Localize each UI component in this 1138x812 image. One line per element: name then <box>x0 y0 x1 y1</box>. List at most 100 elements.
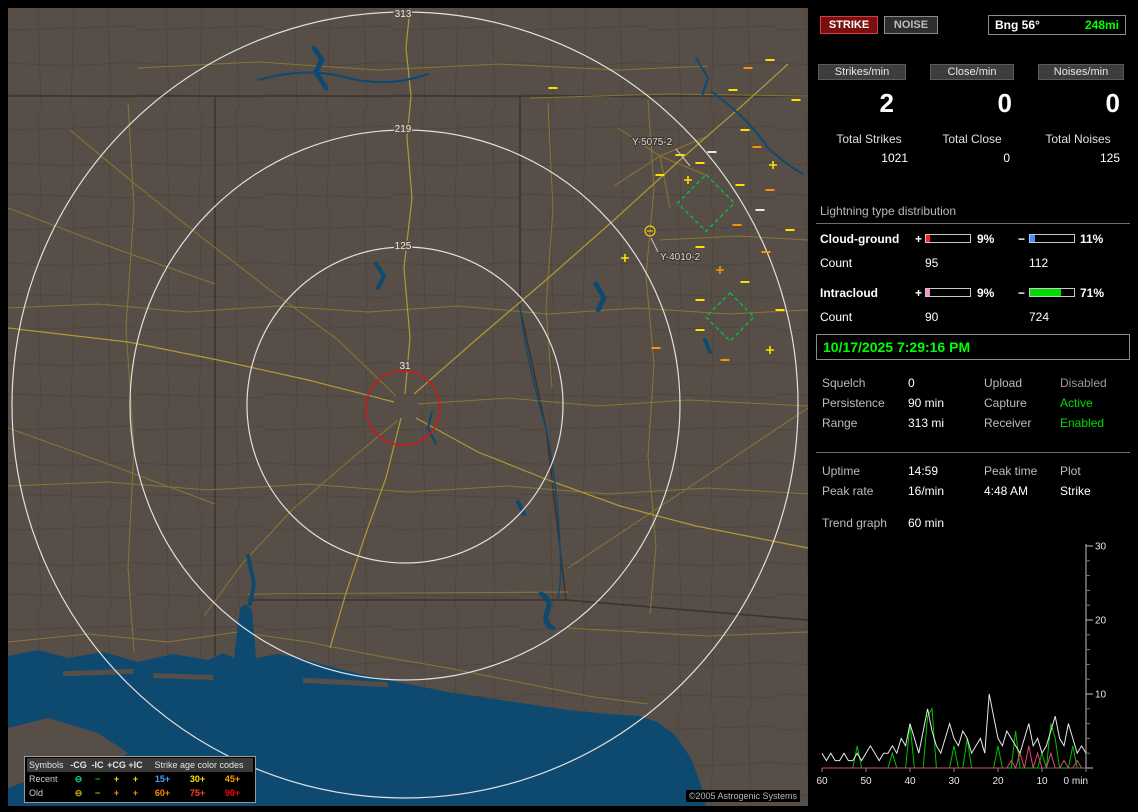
peak-time-label: Peak time <box>984 464 1037 478</box>
capture-label: Capture <box>984 396 1027 410</box>
cg-positive-count: 95 <box>925 256 938 270</box>
legend-recent-label: Recent <box>27 774 69 784</box>
legend-age-header: Strike age color codes <box>145 760 253 770</box>
old-pos-cg-icon: + <box>107 788 126 798</box>
peak-rate-value: 16/min <box>908 484 944 498</box>
bearing-distance: 248mi <box>1085 18 1119 32</box>
svg-text:50: 50 <box>860 776 872 787</box>
total-strikes-label: Total Strikes <box>816 132 922 146</box>
age-30: 30+ <box>180 774 215 784</box>
ring-label-125: 125 <box>395 241 412 252</box>
age-45: 45+ <box>215 774 250 784</box>
cg-negative-pct: 11% <box>1080 232 1103 246</box>
total-close: Total Close 0 <box>928 132 1016 165</box>
map-legend: Symbols -CG -IC +CG +IC Strike age color… <box>24 756 256 803</box>
cloud-ground-label: Cloud-ground <box>820 232 899 246</box>
ic-minus-sign: − <box>1018 286 1025 300</box>
svg-text:60: 60 <box>816 776 828 787</box>
bearing-readout: Bng 56° 248mi <box>988 15 1126 35</box>
strikes-per-min-button[interactable]: Strikes/min <box>818 64 906 80</box>
noises-per-min-button[interactable]: Noises/min <box>1038 64 1124 80</box>
cg-plus-sign: + <box>915 232 922 246</box>
storm-cell-label-1: Y-5075-2 <box>632 137 673 148</box>
ring-label-31: 31 <box>399 361 411 372</box>
range-value: 313 mi <box>908 416 944 430</box>
trend-chart: 3020106050403020100 min <box>816 538 1130 804</box>
total-noises-label: Total Noises <box>1030 132 1126 146</box>
total-strikes-value: 1021 <box>816 151 922 165</box>
noises-per-min-value: 0 <box>1038 88 1120 119</box>
trend-graph-window: 60 min <box>908 516 944 530</box>
ic-positive-pct: 9% <box>977 286 994 300</box>
cg-negative-count: 112 <box>1029 256 1048 270</box>
strike-button[interactable]: STRIKE <box>820 16 878 34</box>
ic-plus-sign: + <box>915 286 922 300</box>
legend-old-row: Old ⊖ − + + 60+ 75+ 90+ <box>27 786 253 800</box>
age-15: 15+ <box>145 774 180 784</box>
map-canvas: 313 219 125 31 Y-5075-2 Y-4010-2 <box>8 8 808 806</box>
svg-text:0 min: 0 min <box>1064 776 1088 787</box>
legend-col-neg-ic: -IC <box>88 760 107 770</box>
cg-negative-bar <box>1029 234 1075 243</box>
svg-text:40: 40 <box>904 776 916 787</box>
range-label: Range <box>822 416 857 430</box>
svg-text:10: 10 <box>1095 690 1107 701</box>
trend-graph-label: Trend graph <box>822 516 887 530</box>
ic-negative-pct: 71% <box>1080 286 1104 300</box>
trend-ticks <box>822 546 1093 772</box>
persistence-label: Persistence <box>822 396 885 410</box>
datetime-display: 10/17/2025 7:29:16 PM <box>816 334 1130 360</box>
divider <box>816 452 1130 453</box>
total-noises: Total Noises 125 <box>1030 132 1126 165</box>
recent-pos-ic-icon: + <box>126 774 145 784</box>
legend-symbols-header: Symbols <box>27 760 69 770</box>
uptime-label: Uptime <box>822 464 860 478</box>
lightning-map[interactable]: 313 219 125 31 Y-5075-2 Y-4010-2 Symbols… <box>8 8 808 806</box>
noise-button[interactable]: NOISE <box>884 16 938 34</box>
recent-pos-cg-icon: + <box>107 774 126 784</box>
strikes-per-min-value: 2 <box>818 88 894 119</box>
distribution-title: Lightning type distribution <box>816 204 1130 224</box>
cg-count-label: Count <box>820 256 852 270</box>
receiver-status: Enabled <box>1060 416 1104 430</box>
persistence-value: 90 min <box>908 396 944 410</box>
ic-count-label: Count <box>820 310 852 324</box>
age-60: 60+ <box>145 788 180 798</box>
legend-col-neg-cg: -CG <box>69 760 88 770</box>
legend-header-row: Symbols -CG -IC +CG +IC Strike age color… <box>27 758 253 772</box>
svg-text:10: 10 <box>1036 776 1048 787</box>
uptime-value: 14:59 <box>908 464 938 478</box>
svg-text:30: 30 <box>948 776 960 787</box>
ic-positive-count: 90 <box>925 310 938 324</box>
age-75: 75+ <box>180 788 215 798</box>
control-panel: STRIKE NOISE Bng 56° 248mi Strikes/min C… <box>816 8 1130 804</box>
nexstorm-app: 313 219 125 31 Y-5075-2 Y-4010-2 Symbols… <box>0 0 1138 812</box>
peak-time-value: 4:48 AM <box>984 484 1028 498</box>
old-neg-ic-icon: − <box>88 788 107 798</box>
peak-rate-label: Peak rate <box>822 484 873 498</box>
ic-negative-bar <box>1029 288 1075 297</box>
squelch-label: Squelch <box>822 376 865 390</box>
cg-positive-pct: 9% <box>977 232 994 246</box>
trend-axis-labels: 3020106050403020100 min <box>816 542 1106 788</box>
total-close-label: Total Close <box>928 132 1016 146</box>
trend-series <box>822 694 1086 768</box>
old-pos-ic-icon: + <box>126 788 145 798</box>
total-strikes: Total Strikes 1021 <box>816 132 922 165</box>
legend-col-pos-ic: +IC <box>126 760 145 770</box>
cg-minus-sign: − <box>1018 232 1025 246</box>
receiver-label: Receiver <box>984 416 1031 430</box>
plot-value: Strike <box>1060 484 1091 498</box>
copyright: ©2005 Astrogenic Systems <box>686 790 800 802</box>
storm-cell-label-2: Y-4010-2 <box>660 252 701 263</box>
old-neg-cg-icon: ⊖ <box>69 788 88 799</box>
ic-negative-count: 724 <box>1029 310 1049 324</box>
svg-text:20: 20 <box>992 776 1004 787</box>
recent-neg-ic-icon: − <box>88 774 107 784</box>
total-noises-value: 125 <box>1030 151 1126 165</box>
ic-positive-bar <box>925 288 971 297</box>
legend-recent-row: Recent ⊖ − + + 15+ 30+ 45+ <box>27 772 253 786</box>
close-per-min-button[interactable]: Close/min <box>930 64 1014 80</box>
legend-col-pos-cg: +CG <box>107 760 126 770</box>
recent-neg-cg-icon: ⊖ <box>69 774 88 785</box>
